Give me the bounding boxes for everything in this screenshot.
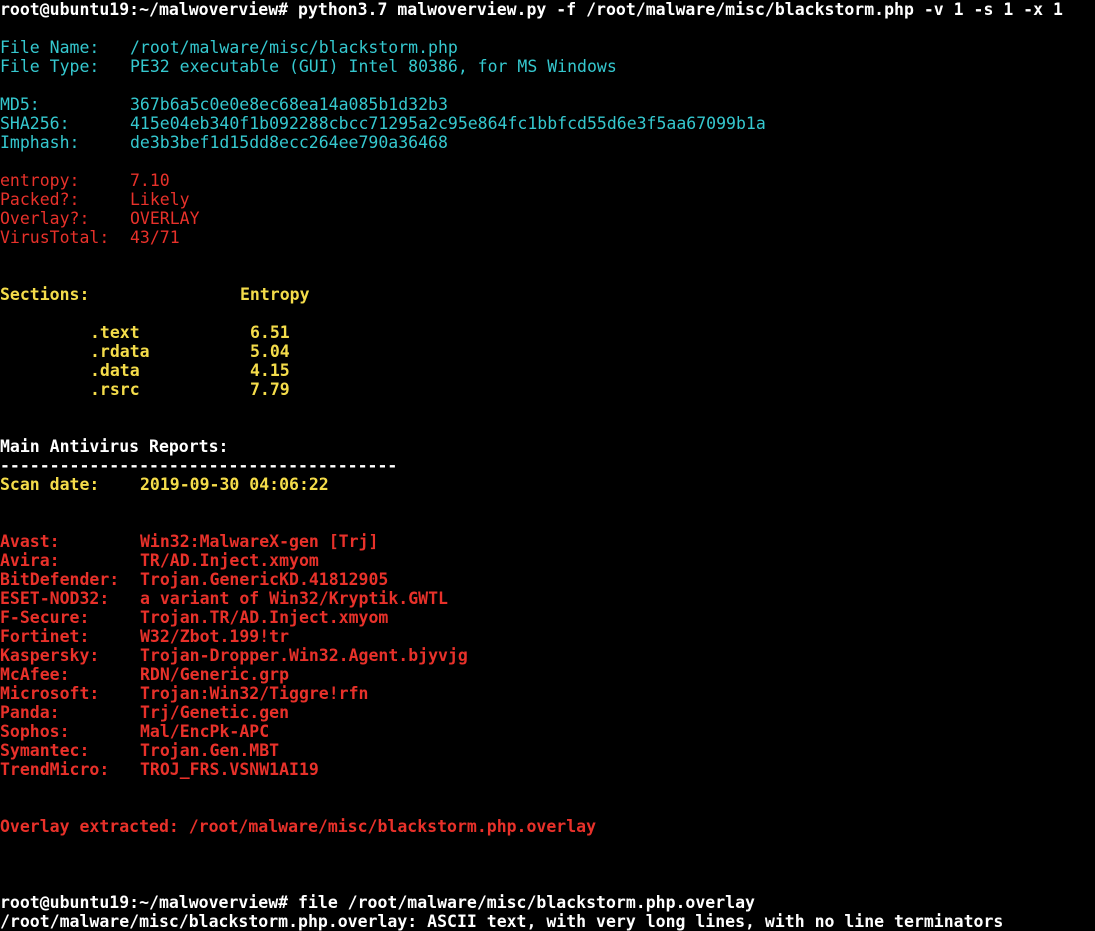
av-result: RDN/Generic.grp xyxy=(140,665,290,684)
overlay-label: Overlay?: xyxy=(0,209,90,228)
av-result: Trojan.Gen.MBT xyxy=(140,741,280,760)
av-row: Avast: Win32:MalwareX-gen [Trj] xyxy=(0,532,378,551)
av-reports-separator: ---------------------------------------- xyxy=(0,456,398,475)
section-row: .data 4.15 xyxy=(0,361,290,380)
overlay-value: OVERLAY xyxy=(130,209,200,228)
av-result: Win32:MalwareX-gen [Trj] xyxy=(140,532,379,551)
av-engine: Avast: xyxy=(0,532,60,551)
sections-label: Sections: xyxy=(0,285,90,304)
file-type-value: PE32 executable (GUI) Intel 80386, for M… xyxy=(130,57,617,76)
scan-date-row: Scan date: 2019-09-30 04:06:22 xyxy=(0,475,329,494)
file-name-label: File Name: xyxy=(0,38,100,57)
av-engine: TrendMicro: xyxy=(0,760,110,779)
av-result: Trj/Genetic.gen xyxy=(140,703,290,722)
entropy-label: entropy: xyxy=(0,171,80,190)
av-engine: Sophos: xyxy=(0,722,70,741)
terminal-window[interactable]: root@ubuntu19:~/malwoverview# python3.7 … xyxy=(0,0,1095,931)
entropy-row: entropy: 7.10 xyxy=(0,171,170,190)
md5-row: MD5: 367b6a5c0e0e8ec68ea14a085b1d32b3 xyxy=(0,95,448,114)
virustotal-row: VirusTotal: 43/71 xyxy=(0,228,180,247)
md5-value: 367b6a5c0e0e8ec68ea14a085b1d32b3 xyxy=(130,95,448,114)
av-row: Microsoft: Trojan:Win32/Tiggre!rfn xyxy=(0,684,368,703)
av-engine: Avira: xyxy=(0,551,60,570)
file-type-label: File Type: xyxy=(0,57,100,76)
second-command-output: /root/malware/misc/blackstorm.php.overla… xyxy=(0,912,1004,931)
av-engine: F-Secure: xyxy=(0,608,90,627)
section-name: .rsrc xyxy=(90,380,140,399)
packed-row: Packed?: Likely xyxy=(0,190,190,209)
entropy-value: 7.10 xyxy=(130,171,170,190)
sha256-row: SHA256: 415e04eb340f1b092288cbcc71295a2c… xyxy=(0,114,766,133)
section-name: .data xyxy=(90,361,140,380)
imphash-value: de3b3bef1d15dd8ecc264ee790a36468 xyxy=(130,133,448,152)
section-row: .text 6.51 xyxy=(0,323,290,342)
imphash-label: Imphash: xyxy=(0,133,80,152)
av-row: F-Secure: Trojan.TR/AD.Inject.xmyom xyxy=(0,608,388,627)
sections-header-row: Sections: Entropy xyxy=(0,285,310,304)
av-row: Panda: Trj/Genetic.gen xyxy=(0,703,289,722)
packed-value: Likely xyxy=(130,190,190,209)
file-type-row: File Type: PE32 executable (GUI) Intel 8… xyxy=(0,57,617,76)
av-reports-title: Main Antivirus Reports: xyxy=(0,437,229,456)
av-engine: Kaspersky: xyxy=(0,646,100,665)
section-row: .rdata 5.04 xyxy=(0,342,290,361)
section-name: .text xyxy=(90,323,140,342)
second-command-line: root@ubuntu19:~/malwoverview# file /root… xyxy=(0,893,755,912)
scan-date-label: Scan date: xyxy=(0,475,100,494)
av-result: Trojan.GenericKD.41812905 xyxy=(140,570,389,589)
sha256-value: 415e04eb340f1b092288cbcc71295a2c95e864fc… xyxy=(130,114,766,133)
av-engine: Fortinet: xyxy=(0,627,90,646)
overlay-extracted-line: Overlay extracted: /root/malware/misc/bl… xyxy=(0,817,597,836)
av-row: Avira: TR/AD.Inject.xmyom xyxy=(0,551,319,570)
av-result: W32/Zbot.199!tr xyxy=(140,627,290,646)
av-result: a variant of Win32/Kryptik.GWTL xyxy=(140,589,448,608)
section-name: .rdata xyxy=(90,342,150,361)
av-row: Kaspersky: Trojan-Dropper.Win32.Agent.bj… xyxy=(0,646,468,665)
av-engine: ESET-NOD32: xyxy=(0,589,110,608)
file-name-row: File Name: /root/malware/misc/blackstorm… xyxy=(0,38,458,57)
virustotal-label: VirusTotal: xyxy=(0,228,110,247)
av-result: Trojan-Dropper.Win32.Agent.bjyvjg xyxy=(140,646,468,665)
av-engine: Symantec: xyxy=(0,741,90,760)
av-row: TrendMicro: TROJ_FRS.VSNW1AI19 xyxy=(0,760,319,779)
section-entropy: 4.15 xyxy=(250,361,290,380)
section-entropy: 5.04 xyxy=(250,342,290,361)
av-result: Mal/EncPk-APC xyxy=(140,722,270,741)
imphash-row: Imphash: de3b3bef1d15dd8ecc264ee790a3646… xyxy=(0,133,448,152)
sha256-label: SHA256: xyxy=(0,114,70,133)
scan-date-value: 2019-09-30 04:06:22 xyxy=(140,475,329,494)
av-result: Trojan:Win32/Tiggre!rfn xyxy=(140,684,369,703)
sections-entropy-header: Entropy xyxy=(240,285,310,304)
av-result: TR/AD.Inject.xmyom xyxy=(140,551,319,570)
av-row: Fortinet: W32/Zbot.199!tr xyxy=(0,627,289,646)
command-line: root@ubuntu19:~/malwoverview# python3.7 … xyxy=(0,0,1063,19)
av-result: TROJ_FRS.VSNW1AI19 xyxy=(140,760,319,779)
file-name-value: /root/malware/misc/blackstorm.php xyxy=(130,38,458,57)
av-engine: Panda: xyxy=(0,703,60,722)
packed-label: Packed?: xyxy=(0,190,80,209)
av-engine: McAfee: xyxy=(0,665,70,684)
overlay-row: Overlay?: OVERLAY xyxy=(0,209,200,228)
section-row: .rsrc 7.79 xyxy=(0,380,290,399)
av-engine: BitDefender: xyxy=(0,570,120,589)
av-row: Sophos: Mal/EncPk-APC xyxy=(0,722,269,741)
av-result: Trojan.TR/AD.Inject.xmyom xyxy=(140,608,389,627)
av-row: McAfee: RDN/Generic.grp xyxy=(0,665,289,684)
section-entropy: 7.79 xyxy=(250,380,290,399)
md5-label: MD5: xyxy=(0,95,40,114)
av-engine: Microsoft: xyxy=(0,684,100,703)
av-row: ESET-NOD32: a variant of Win32/Kryptik.G… xyxy=(0,589,448,608)
section-entropy: 6.51 xyxy=(250,323,290,342)
virustotal-value: 43/71 xyxy=(130,228,180,247)
av-row: Symantec: Trojan.Gen.MBT xyxy=(0,741,279,760)
av-row: BitDefender: Trojan.GenericKD.41812905 xyxy=(0,570,388,589)
